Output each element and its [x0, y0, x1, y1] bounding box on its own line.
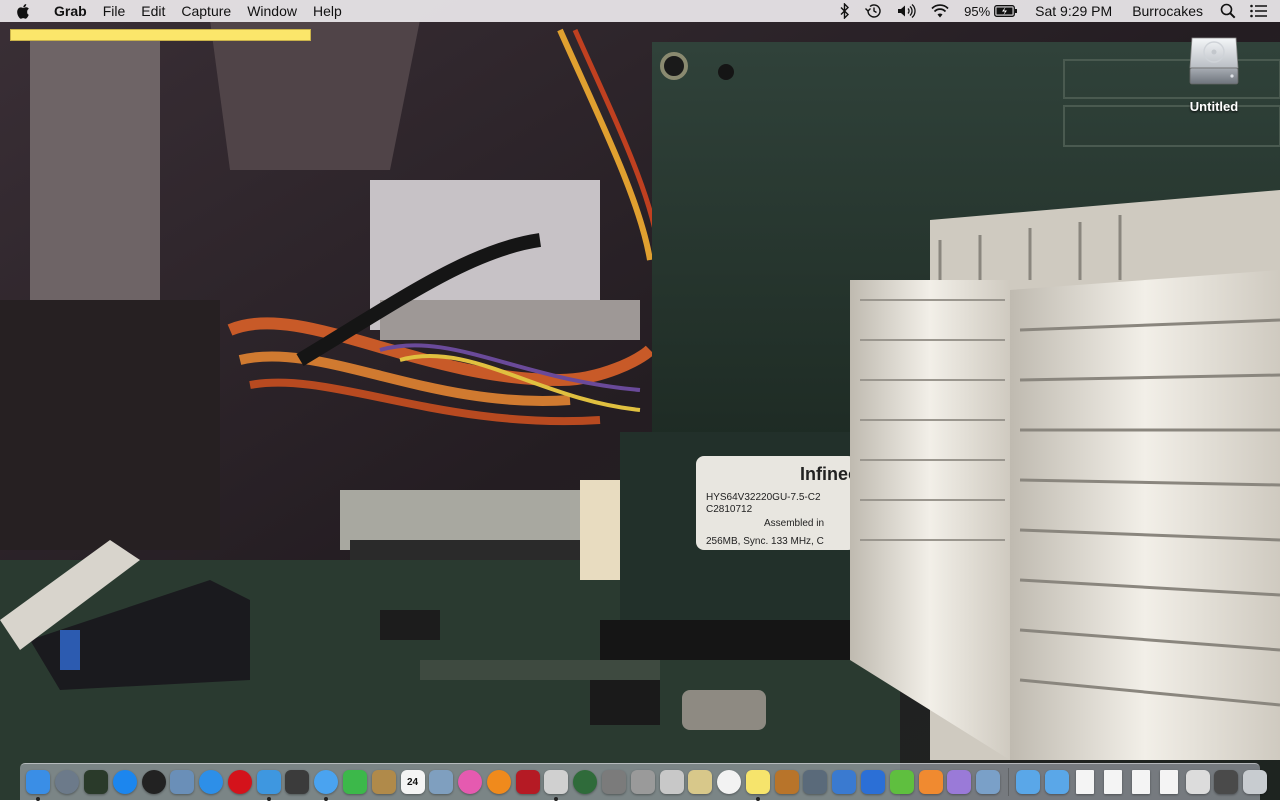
bluetooth-icon[interactable]	[833, 0, 857, 22]
dock-disk-utility-icon[interactable]	[659, 770, 684, 794]
dock-opera-icon[interactable]	[227, 770, 252, 794]
dock-purple-app-icon[interactable]	[947, 770, 972, 794]
dock-presentation-icon[interactable]	[774, 770, 799, 794]
hard-drive-icon	[1189, 37, 1239, 85]
dock-dashboard-icon[interactable]	[141, 770, 166, 794]
svg-text:256MB, Sync. 133 MHz, C: 256MB, Sync. 133 MHz, C	[706, 536, 824, 547]
dock-contacts-icon[interactable]	[371, 770, 396, 794]
dock-space-invader-icon[interactable]	[285, 770, 310, 794]
battery-percentage[interactable]: 95%	[957, 0, 994, 22]
clock[interactable]: Sat 9:29 PM	[1025, 0, 1122, 22]
dock-trash-icon[interactable]	[1243, 770, 1268, 794]
time-machine-icon[interactable]	[857, 0, 889, 22]
dock-photos-icon[interactable]	[717, 770, 742, 794]
dock-itunes-icon[interactable]	[458, 770, 483, 794]
dock-photo-browser-icon[interactable]	[429, 770, 454, 794]
dock-automator-icon[interactable]	[630, 770, 655, 794]
dock-pen-tool-icon[interactable]	[803, 770, 828, 794]
menu-window[interactable]: Window	[239, 0, 305, 22]
dock-facetime-icon[interactable]	[342, 770, 367, 794]
menu-bar: Grab File Edit Capture Window Help 95% S…	[0, 0, 1280, 22]
dock-stickies-icon[interactable]	[745, 770, 770, 801]
dock-system-preferences-icon[interactable]	[602, 770, 627, 794]
dock-safari-icon[interactable]	[199, 770, 224, 794]
svg-text:C2810712: C2810712	[706, 504, 753, 515]
dock-documents-folder-icon[interactable]	[1044, 770, 1069, 794]
desktop-disk-untitled[interactable]: Untitled	[1176, 30, 1252, 114]
dock-separator	[1007, 768, 1009, 796]
dock-document-2-icon[interactable]	[1104, 770, 1123, 794]
notification-center-icon[interactable]	[1243, 0, 1280, 22]
battery-charging-icon[interactable]	[994, 0, 1025, 22]
dock-screen-sharing-icon[interactable]	[1185, 770, 1210, 794]
menu-bar-left: Grab File Edit Capture Window Help	[0, 0, 350, 22]
svg-text:HYS64V32220GU-7.5-C2: HYS64V32220GU-7.5-C2	[706, 492, 821, 503]
dock-preview-icon[interactable]	[170, 770, 195, 794]
menu-app-name[interactable]: Grab	[52, 0, 95, 22]
dock-horn-app-icon[interactable]	[918, 770, 943, 794]
dock-script-editor-icon[interactable]	[544, 770, 569, 801]
menu-capture[interactable]: Capture	[173, 0, 239, 22]
dock-photo-booth-icon[interactable]	[515, 770, 540, 794]
menu-bar-status-area: 95% Sat 9:29 PM Burrocakes	[833, 0, 1280, 22]
current-user-menu[interactable]: Burrocakes	[1122, 0, 1213, 22]
apple-menu-icon[interactable]	[16, 3, 38, 19]
dock-mission-control-icon[interactable]	[83, 770, 108, 794]
dock-ibooks-icon[interactable]	[486, 770, 511, 794]
dock-launchpad-icon[interactable]	[55, 770, 80, 794]
dock-document-4-icon[interactable]	[1160, 770, 1179, 794]
highlight-bar	[10, 29, 311, 41]
dock: 24	[20, 763, 1268, 801]
dock-word-app-icon[interactable]	[861, 770, 886, 794]
dock-image-capture-icon[interactable]	[688, 770, 713, 794]
dock-time-machine-icon[interactable]	[573, 770, 598, 794]
dock-calendar-icon[interactable]: 24	[400, 770, 425, 794]
dock-chart-app-icon[interactable]	[832, 770, 857, 794]
menu-help[interactable]: Help	[305, 0, 350, 22]
dock-archive-app-icon[interactable]	[976, 770, 1001, 794]
dock-finder-icon[interactable]	[26, 770, 51, 801]
menu-file[interactable]: File	[95, 0, 134, 22]
dock-document-3-icon[interactable]	[1132, 770, 1151, 794]
calendar-day-number: 24	[406, 776, 419, 788]
wifi-icon[interactable]	[923, 0, 957, 22]
menu-edit[interactable]: Edit	[133, 0, 173, 22]
dock-airmail-icon[interactable]	[256, 770, 281, 801]
dock-document-1-icon[interactable]	[1076, 770, 1095, 794]
desktop-wallpaper: Infineon HYS64V32220GU-7.5-C2 C2810712 A…	[0, 0, 1280, 800]
spotlight-icon[interactable]	[1213, 0, 1243, 22]
dock-applications-folder-icon[interactable]	[1015, 770, 1040, 794]
svg-text:Assembled in: Assembled in	[764, 518, 824, 529]
volume-icon[interactable]	[889, 0, 923, 22]
dock-printer-icon[interactable]	[1214, 770, 1239, 794]
dock-app-store-icon[interactable]	[112, 770, 137, 794]
dock-messages-icon[interactable]	[314, 770, 339, 801]
dock-frog-app-icon[interactable]	[889, 770, 914, 794]
desktop-disk-label: Untitled	[1189, 99, 1239, 114]
